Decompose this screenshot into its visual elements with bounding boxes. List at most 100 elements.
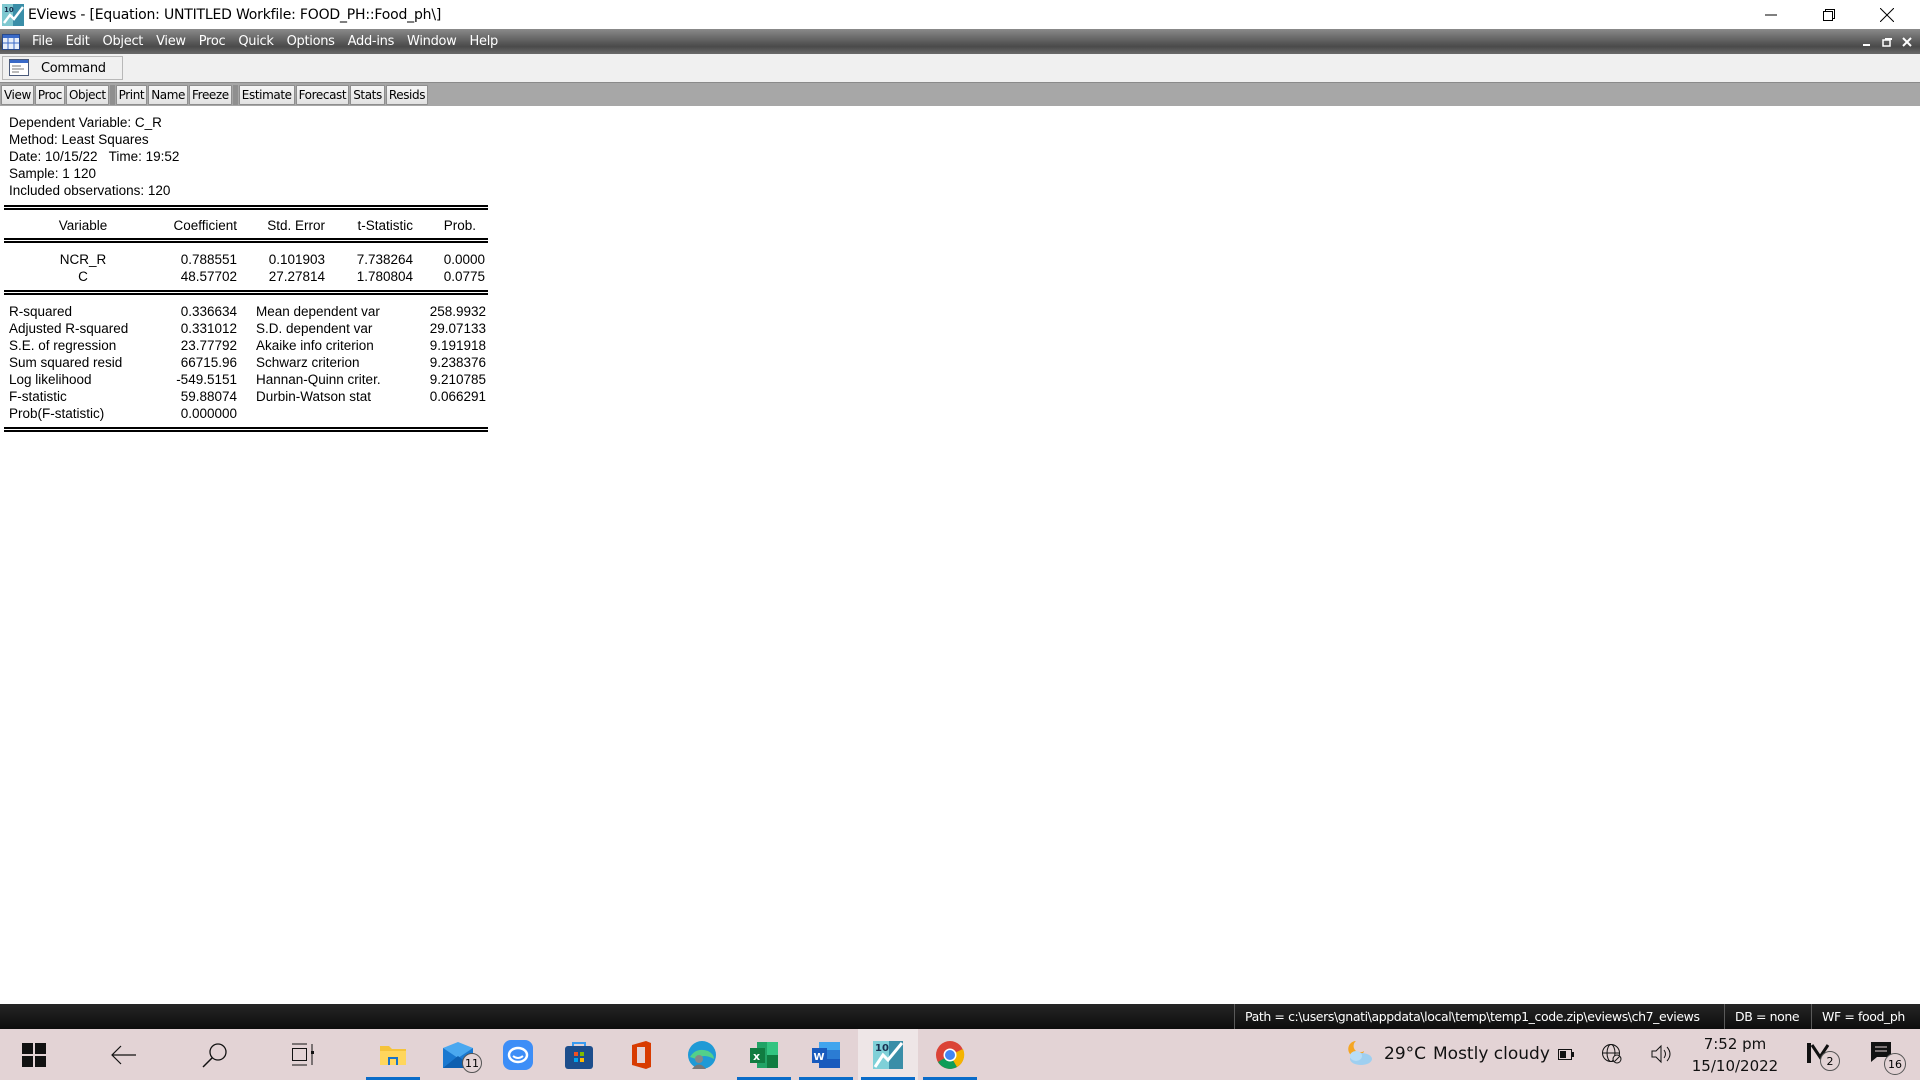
- mail-badge: 11: [462, 1053, 482, 1073]
- date-time: Date: 10/15/22 Time: 19:52: [9, 149, 180, 164]
- menu-object[interactable]: Object: [103, 34, 144, 49]
- window-restore-button[interactable]: [1800, 0, 1858, 29]
- battery-icon[interactable]: [1558, 1048, 1574, 1066]
- menu-view[interactable]: View: [156, 34, 186, 49]
- mdi-minimize-button[interactable]: [1862, 29, 1872, 54]
- taskbar-app-office[interactable]: [610, 1029, 670, 1080]
- stat-label: S.D. dependent var: [256, 321, 373, 336]
- notifications-badge: 16: [1884, 1053, 1906, 1075]
- forecast-button[interactable]: Forecast: [295, 84, 350, 105]
- spreadsheet-icon[interactable]: [2, 33, 22, 50]
- variable-name: C: [78, 269, 88, 284]
- network-globe-icon[interactable]: [1601, 1043, 1623, 1070]
- mdi-restore-button[interactable]: [1882, 29, 1893, 54]
- stat-label: Adjusted R-squared: [9, 321, 129, 336]
- view-button[interactable]: View: [1, 84, 34, 105]
- mdi-close-button[interactable]: [1902, 29, 1912, 54]
- name-button[interactable]: Name: [148, 84, 189, 105]
- t-statistic-value: 7.738264: [356, 252, 413, 267]
- print-button[interactable]: Print: [115, 84, 148, 105]
- col-header-prob: Prob.: [443, 218, 476, 233]
- command-bar: Command: [0, 54, 1920, 82]
- col-header-std-error: Std. Error: [267, 218, 325, 233]
- search-button[interactable]: [185, 1029, 245, 1080]
- svg-text:10: 10: [875, 1043, 889, 1054]
- std-error-value: 0.101903: [268, 252, 325, 267]
- taskbar-app-file-explorer[interactable]: [363, 1029, 423, 1080]
- notifications-button[interactable]: 16: [1870, 1041, 1910, 1077]
- object-button[interactable]: Object: [65, 84, 109, 105]
- stat-value: 0.000000: [180, 406, 237, 421]
- table-rule: [4, 427, 488, 432]
- stat-label: Akaike info criterion: [256, 338, 374, 353]
- menu-file[interactable]: File: [32, 34, 53, 49]
- word-icon: W: [812, 1041, 840, 1068]
- meet-now-button[interactable]: 2: [1806, 1041, 1846, 1075]
- method: Method: Least Squares: [9, 132, 149, 147]
- menu-quick[interactable]: Quick: [238, 34, 274, 49]
- weather-widget[interactable]: 29°C Mostly cloudy: [1344, 1029, 1579, 1080]
- taskbar-app-word[interactable]: W: [796, 1029, 856, 1080]
- status-db: DB = none: [1724, 1004, 1809, 1029]
- taskbar-app-chrome[interactable]: [920, 1029, 980, 1080]
- toolbar-separator: [232, 84, 238, 105]
- menu-proc[interactable]: Proc: [199, 34, 226, 49]
- table-rule: [4, 290, 488, 295]
- window-minimize-button[interactable]: [1742, 0, 1800, 29]
- menu-options[interactable]: Options: [287, 34, 335, 49]
- back-arrow-icon: [111, 1045, 136, 1064]
- taskbar-app-chat[interactable]: [488, 1029, 548, 1080]
- stat-value: 59.88074: [180, 389, 237, 404]
- clock-date: 15/10/2022: [1691, 1057, 1779, 1075]
- menu-window[interactable]: Window: [407, 34, 457, 49]
- menu-help[interactable]: Help: [470, 34, 499, 49]
- stat-label: Log likelihood: [9, 372, 92, 387]
- window-close-button[interactable]: [1858, 0, 1916, 29]
- proc-button[interactable]: Proc: [34, 84, 65, 105]
- resids-button[interactable]: Resids: [385, 84, 429, 105]
- freeze-button[interactable]: Freeze: [189, 84, 232, 105]
- stat-label: Durbin-Watson stat: [256, 389, 372, 404]
- taskbar-app-eviews[interactable]: 10: [858, 1029, 918, 1080]
- start-button[interactable]: [4, 1029, 64, 1080]
- stat-value: 29.07133: [429, 321, 486, 336]
- table-rule: [4, 205, 488, 210]
- taskbar: 11 x W 10 29°C Mostly cloudy 7:52 pm 15/…: [0, 1029, 1920, 1080]
- chrome-icon: [936, 1040, 965, 1069]
- dependent-variable: Dependent Variable: C_R: [9, 115, 162, 130]
- command-window-icon: [9, 59, 29, 76]
- clock[interactable]: 7:52 pm 15/10/2022: [1690, 1029, 1780, 1080]
- stat-value: 9.238376: [429, 355, 486, 370]
- taskbar-app-excel[interactable]: x: [734, 1029, 794, 1080]
- eviews-app-icon[interactable]: 10: [2, 3, 24, 26]
- stats-button[interactable]: Stats: [350, 84, 385, 105]
- meet-badge: 2: [1820, 1051, 1840, 1071]
- folder-icon: [380, 1045, 406, 1065]
- volume-icon[interactable]: [1650, 1043, 1674, 1070]
- clock-time: 7:52 pm: [1703, 1035, 1767, 1053]
- menu-edit[interactable]: Edit: [66, 34, 90, 49]
- estimate-button[interactable]: Estimate: [238, 84, 295, 105]
- taskbar-app-edge[interactable]: [672, 1029, 732, 1080]
- taskbar-app-store[interactable]: [549, 1029, 609, 1080]
- taskbar-app-mail[interactable]: 11: [428, 1029, 488, 1080]
- edge-icon: [688, 1040, 716, 1069]
- weather-condition: Mostly cloudy: [1433, 1044, 1550, 1064]
- status-path: Path = c:\users\gnati\appdata\local\temp…: [1234, 1004, 1710, 1029]
- col-header-variable: Variable: [58, 218, 108, 233]
- eviews-icon: 10: [873, 1040, 904, 1069]
- stat-label: Mean dependent var: [256, 304, 380, 319]
- command-window-button[interactable]: Command: [2, 56, 123, 80]
- coefficient-value: 48.57702: [180, 269, 237, 284]
- back-button[interactable]: [94, 1029, 154, 1080]
- task-view-icon: [292, 1043, 314, 1065]
- store-icon: [565, 1041, 593, 1069]
- stat-label: Schwarz criterion: [256, 355, 360, 370]
- stat-value: 9.210785: [429, 372, 486, 387]
- task-view-button[interactable]: [274, 1029, 334, 1080]
- prob-value: 0.0000: [443, 252, 485, 267]
- menu-add-ins[interactable]: Add-ins: [348, 34, 395, 49]
- status-bar: Path = c:\users\gnati\appdata\local\temp…: [0, 1004, 1920, 1029]
- stat-label: S.E. of regression: [9, 338, 117, 353]
- chat-icon: [503, 1039, 533, 1070]
